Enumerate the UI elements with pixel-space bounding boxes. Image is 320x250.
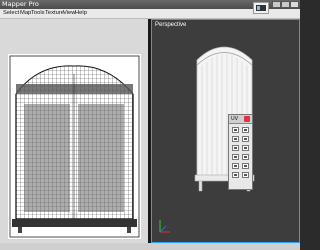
- window-title: Mapper Pro: [2, 0, 39, 8]
- tool-button[interactable]: [242, 145, 249, 151]
- uv-editor-viewport[interactable]: [0, 19, 148, 243]
- menu-help[interactable]: Help: [75, 9, 87, 18]
- minimize-button[interactable]: [272, 1, 281, 8]
- tool-button[interactable]: [242, 163, 249, 169]
- tool-button[interactable]: [232, 154, 239, 160]
- tool-button[interactable]: [232, 145, 239, 151]
- close-icon[interactable]: [244, 116, 250, 122]
- menu-texture[interactable]: Texture: [45, 9, 64, 18]
- close-button[interactable]: [290, 1, 299, 8]
- tool-button[interactable]: [232, 127, 239, 133]
- menu-view[interactable]: View: [63, 9, 75, 18]
- menu-map[interactable]: Map: [20, 9, 31, 18]
- menu-tools[interactable]: Tools: [31, 9, 45, 18]
- tool-palette-header[interactable]: UV: [229, 115, 252, 124]
- uv-canvas[interactable]: [8, 54, 141, 239]
- uv-wireframe: [9, 55, 140, 238]
- armoire-model: [159, 46, 255, 233]
- tool-button[interactable]: [232, 136, 239, 142]
- tool-button[interactable]: [242, 136, 249, 142]
- tool-button[interactable]: [232, 172, 239, 178]
- tool-button[interactable]: [242, 172, 249, 178]
- menu-select[interactable]: Select: [3, 9, 19, 18]
- tool-palette-title: UV: [231, 116, 239, 122]
- status-bar: [0, 243, 300, 250]
- tool-button[interactable]: [232, 163, 239, 169]
- maximize-button[interactable]: [281, 1, 290, 8]
- app-launcher-icon[interactable]: [253, 2, 269, 14]
- axis-gizmo: [159, 220, 170, 233]
- uv-tool-palette[interactable]: UV: [228, 114, 253, 190]
- perspective-viewport[interactable]: Perspective: [151, 19, 300, 243]
- tool-button[interactable]: [242, 127, 249, 133]
- tool-button[interactable]: [242, 154, 249, 160]
